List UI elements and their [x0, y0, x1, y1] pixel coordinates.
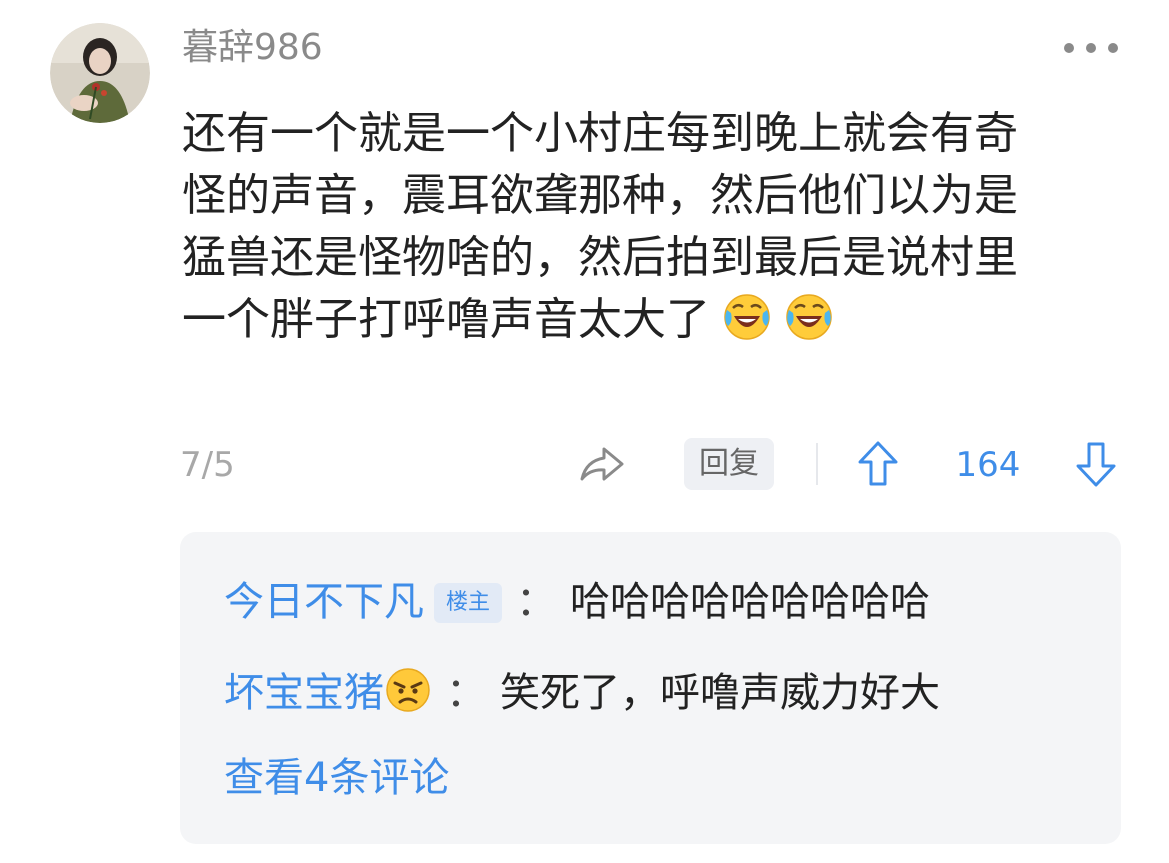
reply-text: 哈哈哈哈哈哈哈哈哈	[570, 579, 931, 625]
op-badge: 楼主	[434, 583, 503, 623]
avatar[interactable]	[50, 23, 150, 123]
username[interactable]: 暮辞986	[182, 26, 323, 70]
reply-separator: ：	[446, 670, 486, 716]
reply-button[interactable]: 回复	[684, 438, 774, 490]
reply-item[interactable]: 坏宝宝猪 ： 笑死了，呼噜声威力好大	[224, 666, 940, 719]
reply-text: 笑死了，呼噜声威力好大	[500, 670, 940, 716]
replies-panel: 今日不下凡 楼主 ： 哈哈哈哈哈哈哈哈哈 坏宝宝猪 ： 笑死了，呼噜声威力好大 查看4条…	[180, 532, 1121, 844]
vote-count: 164	[955, 445, 1021, 485]
upvote-arrow-icon[interactable]	[856, 440, 900, 488]
laughing-tears-emoji	[784, 292, 834, 342]
comment-body: 还有一个就是一个小村庄每到晚上就会有奇 怪的声音，震耳欲聋那种，然后他们以为是 …	[182, 103, 1122, 351]
comment-line-text: 一个胖子打呼噜声音太大了	[182, 294, 710, 345]
view-all-replies-link[interactable]: 查看4条评论	[224, 752, 449, 804]
angry-face-emoji	[384, 666, 432, 714]
reply-author[interactable]: 今日不下凡	[224, 579, 424, 625]
more-icon[interactable]	[1064, 36, 1118, 60]
comment-line-last: 一个胖子打呼噜声音太大了	[182, 289, 1122, 351]
comment-date: 7/5	[180, 445, 235, 485]
reply-separator: ：	[516, 579, 557, 625]
comment-line: 还有一个就是一个小村庄每到晚上就会有奇	[182, 108, 1018, 159]
divider	[816, 443, 818, 485]
comment-line: 怪的声音，震耳欲聋那种，然后他们以为是	[182, 170, 1018, 221]
share-icon[interactable]	[578, 443, 626, 487]
comment-line: 猛兽还是怪物啥的，然后拍到最后是说村里	[182, 232, 1018, 283]
laughing-tears-emoji	[722, 292, 772, 342]
reply-item[interactable]: 今日不下凡 楼主 ： 哈哈哈哈哈哈哈哈哈	[224, 576, 930, 628]
downvote-arrow-icon[interactable]	[1074, 440, 1118, 488]
reply-author[interactable]: 坏宝宝猪	[224, 670, 384, 716]
